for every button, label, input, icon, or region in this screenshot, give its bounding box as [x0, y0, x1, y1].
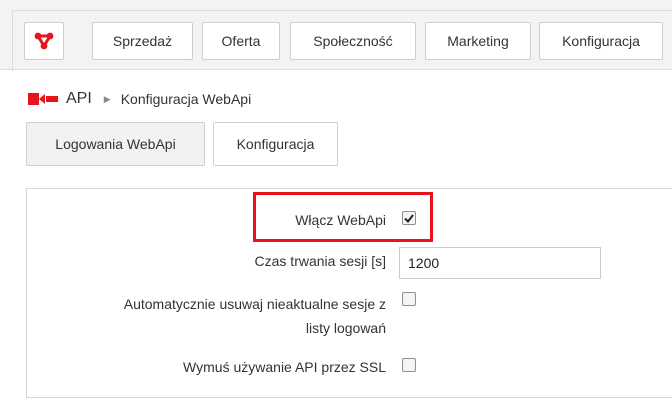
nav-item-spolecznosc[interactable]: Społeczność [290, 22, 416, 60]
force-ssl-checkbox[interactable] [402, 358, 416, 372]
home-logo-button[interactable] [24, 22, 64, 60]
breadcrumb: API ▶ Konfiguracja WebApi [28, 88, 251, 110]
session-duration-label: Czas trwania sesji [s] [254, 253, 386, 269]
session-duration-input[interactable] [399, 247, 601, 279]
auto-remove-sessions-label-line1: Automatycznie usuwaj nieaktualne sesje z [123, 296, 386, 312]
auto-remove-sessions-label-line2: listy logowań [305, 320, 386, 336]
nav-item-konfiguracja[interactable]: Konfiguracja [539, 22, 663, 60]
auto-remove-sessions-checkbox[interactable] [402, 292, 416, 306]
api-logo-icon [28, 93, 58, 105]
nav-item-oferta[interactable]: Oferta [202, 22, 280, 60]
enable-webapi-checkbox[interactable] [402, 211, 416, 225]
breadcrumb-separator-icon: ▶ [103, 93, 111, 104]
nav-item-sprzedaz[interactable]: Sprzedaż [92, 22, 193, 60]
tab-logowania-webapi[interactable]: Logowania WebApi [26, 122, 205, 166]
nav-item-marketing[interactable]: Marketing [425, 22, 531, 60]
breadcrumb-root[interactable]: API [66, 90, 92, 108]
share-nodes-icon [34, 32, 54, 50]
tab-konfiguracja[interactable]: Konfiguracja [213, 122, 338, 166]
force-ssl-label: Wymuś używanie API przez SSL [183, 359, 386, 375]
enable-webapi-label: Włącz WebApi [295, 212, 386, 228]
checkmark-icon [404, 213, 414, 223]
breadcrumb-current: Konfiguracja WebApi [120, 91, 252, 107]
